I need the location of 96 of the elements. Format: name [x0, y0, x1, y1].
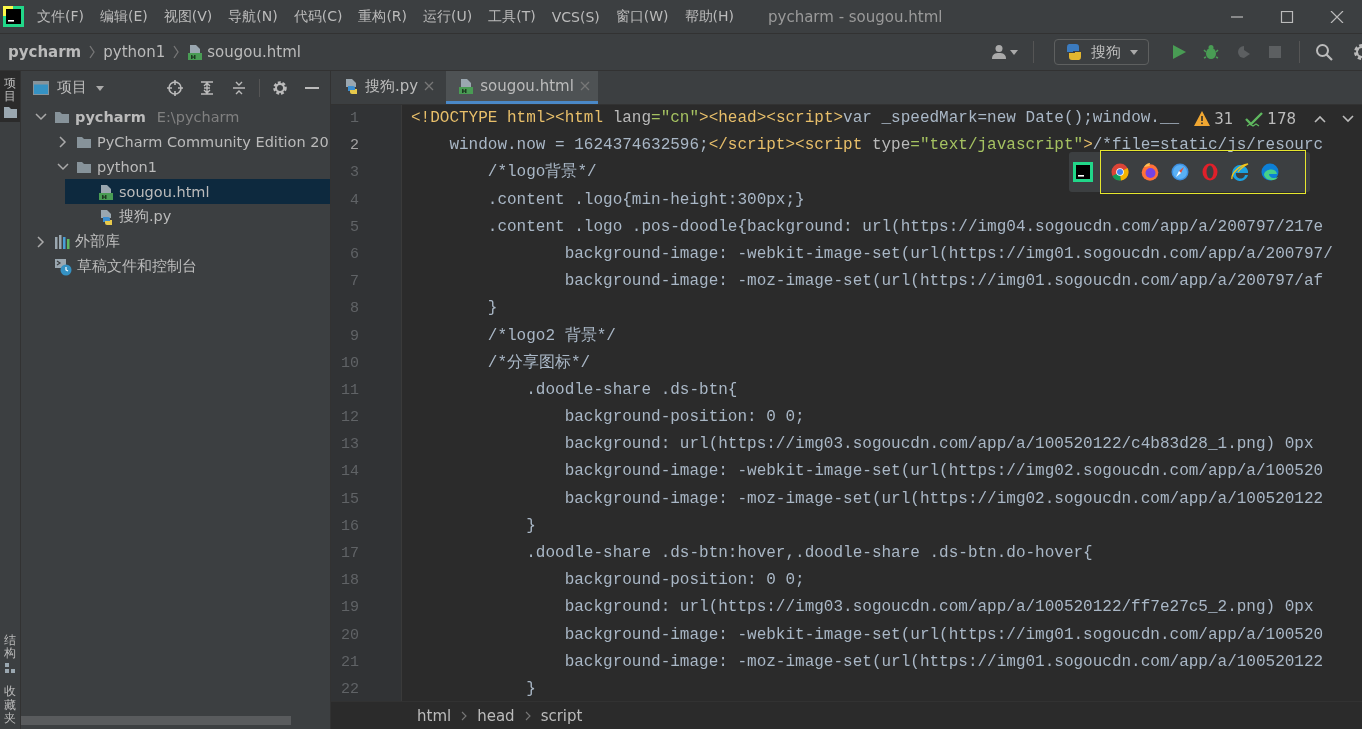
code-line: /*分享图标*/ [486, 352, 591, 374]
code-line: background-position: 0 0; [563, 570, 805, 592]
settings-icon[interactable] [1353, 43, 1362, 61]
code-line: background-image: -webkit-image-set(url(https://img01.sogoucdn.com/app/a/200797/ [563, 243, 1333, 265]
close-icon[interactable] [1330, 10, 1344, 23]
chevron-down-icon[interactable] [1342, 114, 1354, 123]
python-file-icon [343, 78, 359, 94]
browser-icon[interactable] [1231, 163, 1249, 181]
code-line: window.now = 1624374632596;</script><script type="text/javascript">/*file=static/js/resourc [448, 135, 1324, 157]
breadcrumb-item[interactable]: pycharm [8, 43, 82, 61]
code-line: background-image: -moz-image-set(url(https://img01.sogoucdn.com/app/a/100520122 [563, 651, 1324, 673]
bar-chart-icon [54, 233, 70, 250]
browser-icon[interactable] [1171, 163, 1189, 181]
code-line: background-position: 0 0; [563, 407, 805, 429]
code-line: background-image: -webkit-image-set(url(https://img02.sogoucdn.com/app/a/100520 [563, 461, 1324, 483]
window-icon [33, 80, 49, 95]
python-logo-icon [1065, 43, 1083, 61]
tree-item[interactable]: python1 [43, 154, 330, 179]
chevron-right-icon [461, 710, 468, 721]
console-clock-icon [54, 257, 72, 276]
tree-item[interactable]: sougou.html [65, 179, 330, 204]
locate-icon[interactable] [167, 79, 183, 96]
code-line: /*logo2 背景*/ [486, 325, 616, 347]
tree-item[interactable]: PyCharm Community Edition 20 [43, 129, 330, 154]
code-line: .content .logo{min-height:300px;} [486, 189, 805, 211]
view-selector[interactable]: 项目 [33, 78, 105, 97]
breadcrumb-item[interactable]: script [540, 706, 583, 725]
search-icon[interactable] [1315, 43, 1333, 61]
browser-icon[interactable] [1111, 163, 1129, 181]
menu-item[interactable]: 运行(U) [415, 7, 481, 26]
bug-icon[interactable] [1203, 44, 1219, 60]
menu-item[interactable]: 文件(F) [29, 7, 92, 26]
tree-item[interactable]: 草稿文件和控制台 [21, 254, 330, 279]
chevron-right-icon [88, 44, 97, 60]
chevron-up-icon[interactable] [1314, 114, 1326, 123]
menu-item[interactable]: 编辑(E) [92, 7, 156, 26]
code-line: } [525, 678, 536, 700]
run-icon[interactable] [1171, 44, 1187, 60]
menu-item[interactable]: 视图(V) [155, 7, 221, 26]
check-count[interactable]: 178 [1267, 109, 1296, 128]
menu-item[interactable]: VCS(S) [543, 8, 608, 25]
menu-item[interactable]: 重构(R) [350, 7, 416, 26]
scrollbar[interactable] [21, 716, 291, 725]
code-line: .doodle-share .ds-btn:hover,.doodle-share .ds-btn.do-hover{ [525, 543, 1093, 564]
code-line: .doodle-share .ds-btn{ [525, 379, 738, 401]
menu-item[interactable]: 导航(N) [220, 7, 286, 26]
browser-icon[interactable] [1261, 163, 1279, 181]
breadcrumb-item[interactable]: html [417, 706, 452, 725]
breadcrumb-item[interactable]: head [477, 706, 515, 725]
settings-icon[interactable] [272, 79, 288, 96]
menu-item[interactable]: 代码(C) [285, 7, 351, 26]
python-file-icon [98, 208, 114, 225]
code-line: .content .logo .pos-doodle{background: url(https://img04.sogoucdn.com/app/a/200797/217e [486, 216, 1324, 238]
code-line: /*logo背景*/ [486, 161, 597, 184]
caret-icon [1129, 47, 1139, 57]
chevron-right-icon [524, 710, 531, 721]
app-logo-icon [3, 6, 24, 27]
line-number: 2 [349, 136, 359, 157]
maximize-icon[interactable] [1280, 10, 1294, 23]
run-config-dropdown[interactable]: 搜狗 [1054, 39, 1149, 65]
tree-item[interactable]: 搜狗.py [65, 204, 330, 229]
code-line: } [486, 298, 498, 320]
structure-icon [5, 663, 15, 676]
code-line: <!DOCTYPE html><html lang="cn"><head><script>var _speedMark=new Date();window.__ [411, 108, 1180, 129]
user-icon[interactable] [991, 44, 1019, 60]
menu-item[interactable]: 窗口(W) [607, 7, 677, 26]
collapse-all-icon[interactable] [231, 79, 247, 96]
code-line: } [525, 515, 536, 537]
html-file-icon [458, 78, 475, 94]
html-file-icon [98, 183, 114, 200]
code-line: background-image: -moz-image-set(url(https://img01.sogoucdn.com/app/a/200797/af [563, 271, 1324, 293]
editor-tab[interactable]: 搜狗.py [331, 71, 443, 104]
editor-tab[interactable]: sougou.html [446, 71, 598, 104]
code-line: background: url(https://img03.sogoucdn.com/app/a/100520122/c4b83d28_1.png) 0px [563, 434, 1314, 456]
tool-window-tab[interactable]: 项目 [0, 71, 20, 123]
breadcrumb-item[interactable]: sougou.html [207, 43, 301, 61]
tree-item[interactable]: 外部库 [21, 229, 330, 254]
html-file-icon[interactable] [187, 44, 204, 60]
expand-all-icon[interactable] [199, 79, 215, 96]
menu-item[interactable]: 帮助(H) [676, 7, 742, 26]
check-icon [1245, 110, 1264, 127]
warning-icon [1194, 111, 1211, 126]
tree-item[interactable]: pycharm E:\pycharm [21, 104, 330, 129]
code-line: background-image: -moz-image-set(url(https://img02.sogoucdn.com/app/a/100520122 [563, 488, 1324, 510]
breadcrumb-item[interactable]: python1 [103, 43, 166, 61]
tool-window-tab[interactable]: 收藏夹 [0, 679, 20, 729]
chevron-right-icon [172, 44, 181, 60]
code-line: background: url(https://img03.sogoucdn.com/app/a/100520122/ff7e27c5_2.png) 0px [563, 597, 1314, 619]
tool-window-tab[interactable]: 结构 [0, 628, 20, 680]
warning-count[interactable]: 31 [1214, 109, 1234, 128]
app-icon[interactable] [1073, 162, 1093, 182]
window-title: pycharm - sougou.html [768, 7, 943, 26]
folder-icon [3, 106, 17, 119]
browser-icon[interactable] [1141, 163, 1159, 181]
menu-item[interactable]: 工具(T) [480, 7, 544, 26]
code-line: background-image: -webkit-image-set(url(https://img01.sogoucdn.com/app/a/100520 [563, 624, 1324, 646]
